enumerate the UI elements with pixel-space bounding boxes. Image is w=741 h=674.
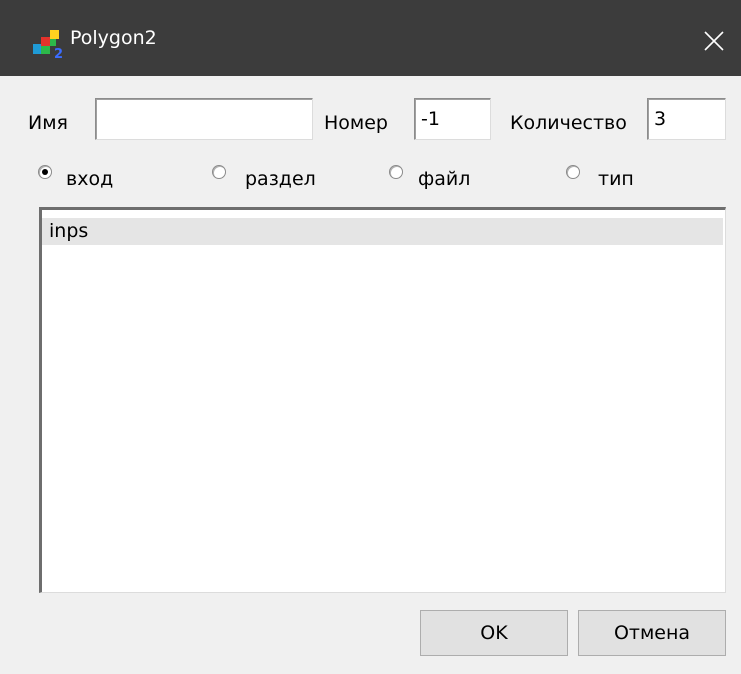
number-input[interactable]	[414, 98, 491, 140]
polygon2-dialog: 2 Polygon2 Имя Номер Количество вход раз…	[0, 0, 741, 674]
close-icon[interactable]	[690, 17, 736, 63]
name-input[interactable]	[95, 98, 313, 140]
radio-type-label: тип	[598, 168, 634, 190]
ok-button[interactable]: OK	[420, 610, 568, 656]
cancel-button-label: Отмена	[613, 622, 691, 644]
count-input[interactable]	[647, 98, 726, 140]
list-item[interactable]: inps	[42, 218, 723, 245]
radio-file-indicator[interactable]	[389, 165, 403, 179]
radio-input-label: вход	[66, 168, 114, 190]
window-title: Polygon2	[70, 27, 157, 49]
polygon2-app-icon: 2	[33, 30, 63, 59]
name-label: Имя	[28, 112, 68, 134]
radio-section-indicator[interactable]	[212, 165, 226, 179]
cancel-button[interactable]: Отмена	[578, 610, 726, 656]
items-listbox[interactable]: inps	[39, 207, 726, 593]
number-label: Номер	[324, 112, 388, 134]
radio-input-indicator[interactable]	[38, 165, 52, 179]
title-bar[interactable]: 2 Polygon2	[0, 0, 741, 76]
radio-section-label: раздел	[245, 168, 316, 190]
count-label: Количество	[510, 112, 627, 134]
radio-type-indicator[interactable]	[566, 165, 580, 179]
svg-text:2: 2	[54, 47, 63, 59]
ok-button-label: OK	[480, 622, 508, 644]
radio-file-label: файл	[418, 168, 471, 190]
